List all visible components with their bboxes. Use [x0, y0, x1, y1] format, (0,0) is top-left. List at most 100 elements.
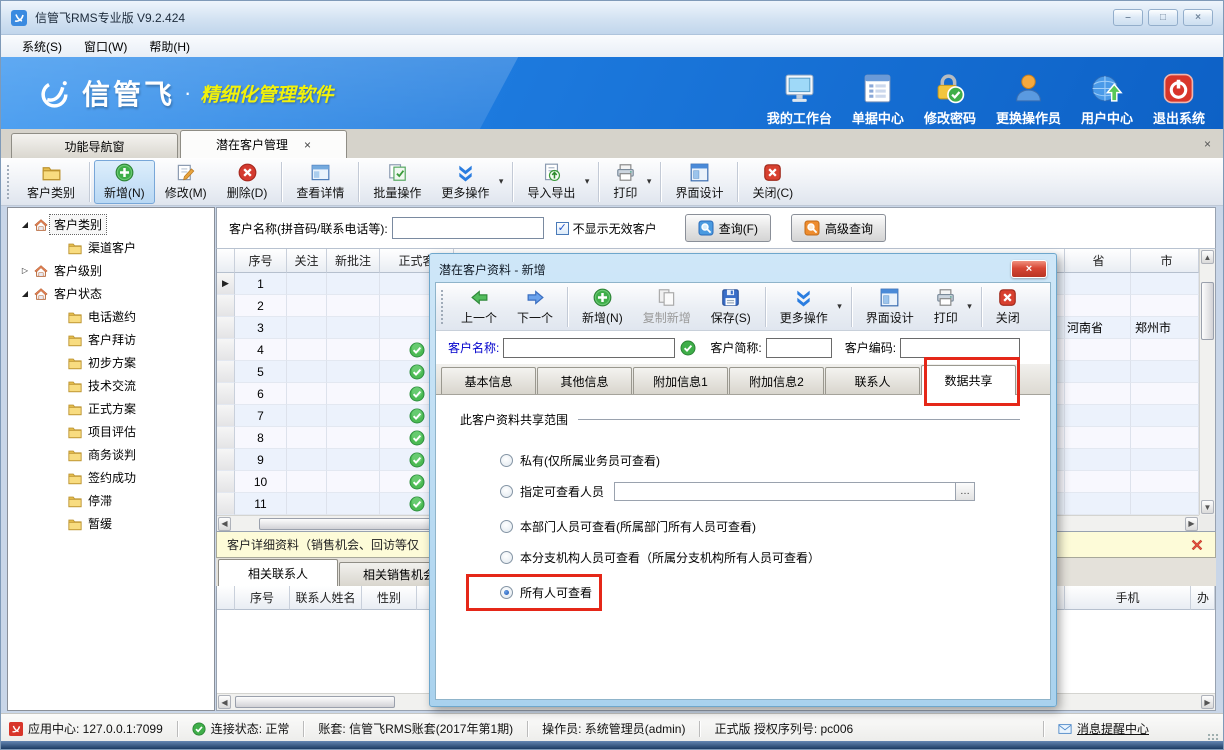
toolbar-button-import-export[interactable]: 导入导出: [517, 160, 594, 204]
customer-code-label: 客户编码:: [845, 339, 896, 356]
toolbar-button-more-actions[interactable]: 更多操作: [431, 160, 508, 204]
scroll-thumb[interactable]: [235, 696, 395, 708]
radio-option[interactable]: 所有人可查看: [500, 584, 1026, 601]
tree-expander-expanded-icon[interactable]: ◢: [18, 220, 32, 229]
scroll-right-icon[interactable]: ▶: [1185, 517, 1198, 531]
tree-node[interactable]: 客户拜访: [8, 328, 214, 351]
tree-node[interactable]: 电话邀约: [8, 305, 214, 328]
toolbar-button-details[interactable]: 查看详情: [286, 160, 354, 204]
dialog-close-button[interactable]: ×: [1011, 260, 1047, 278]
close-button[interactable]: ×: [1183, 9, 1213, 26]
dialog-title-bar[interactable]: 潜在客户资料 - 新增 ×: [435, 256, 1051, 282]
radio-unselected-icon[interactable]: [500, 454, 513, 467]
tabstrip-close-icon[interactable]: ×: [1200, 135, 1215, 153]
dialog-tab-附加信息2[interactable]: 附加信息2: [729, 367, 824, 394]
banner-action-switch-operator[interactable]: 更换操作员: [986, 65, 1071, 127]
toolbar-button-folder[interactable]: 客户类别: [17, 160, 85, 204]
dialog-tab-附加信息1[interactable]: 附加信息1: [633, 367, 728, 394]
toolbar-grip[interactable]: [439, 288, 445, 326]
radio-unselected-icon[interactable]: [500, 485, 513, 498]
toolbar-button-add[interactable]: 新增(N): [94, 160, 155, 204]
toolbar-button-design[interactable]: 界面设计: [665, 160, 733, 204]
scroll-right-icon[interactable]: ▶: [1201, 695, 1214, 709]
tree-node[interactable]: 暂缓: [8, 512, 214, 535]
doc-tab[interactable]: 潜在客户管理 ×: [180, 130, 347, 158]
toolbar-button-print[interactable]: 打印: [603, 160, 656, 204]
status-item[interactable]: 消息提醒中心: [1058, 720, 1149, 737]
radio-option[interactable]: 本部门人员可查看(所属部门所有人员可查看): [500, 518, 1026, 535]
vertical-scrollbar[interactable]: ▲ ▼: [1199, 249, 1215, 515]
radio-unselected-icon[interactable]: [500, 520, 513, 533]
dialog-tab-基本信息[interactable]: 基本信息: [441, 367, 536, 394]
dialog-tab-其他信息[interactable]: 其他信息: [537, 367, 632, 394]
banner-action-workstation[interactable]: 我的工作台: [757, 65, 842, 127]
toolbar-button-add[interactable]: 新增(N): [572, 285, 633, 329]
menu-item-2[interactable]: 帮助(H): [138, 36, 201, 57]
radio-option[interactable]: 私有(仅所属业务员可查看): [500, 452, 1026, 469]
customer-search-input[interactable]: [392, 217, 544, 239]
customer-name-input[interactable]: [503, 338, 675, 358]
banner-action-exit[interactable]: 退出系统: [1143, 65, 1215, 127]
advanced-query-button[interactable]: 高级查询: [791, 214, 886, 242]
tree-node[interactable]: 正式方案: [8, 397, 214, 420]
toolbar-button-edit[interactable]: 修改(M): [155, 160, 217, 204]
tree-node[interactable]: 技术交流: [8, 374, 214, 397]
menu-item-0[interactable]: 系统(S): [11, 36, 73, 57]
tree-node[interactable]: ◢ 客户类别: [8, 213, 214, 236]
dialog-tab-联系人[interactable]: 联系人: [825, 367, 920, 394]
toolbar-button-next[interactable]: 下一个: [507, 285, 563, 329]
radio-option[interactable]: 本分支机构人员可查看（所属分支机构所有人员可查看）: [500, 549, 1026, 566]
tree-node[interactable]: ▷ 客户级别: [8, 259, 214, 282]
tree-node[interactable]: 初步方案: [8, 351, 214, 374]
customer-code-input[interactable]: [900, 338, 1020, 358]
toolbar-button-close-red[interactable]: 关闭: [986, 285, 1030, 329]
scroll-down-icon[interactable]: ▼: [1201, 500, 1214, 514]
row-selector-icon: ▶: [222, 278, 229, 289]
detail-close-icon[interactable]: [1189, 537, 1205, 553]
allowed-users-input[interactable]: [614, 482, 956, 501]
scroll-left-icon[interactable]: ◀: [218, 695, 231, 709]
ellipsis-button[interactable]: …: [956, 482, 975, 501]
tab-close-icon[interactable]: ×: [304, 138, 311, 152]
minimize-button[interactable]: –: [1113, 9, 1143, 26]
banner-action-documents[interactable]: 单据中心: [842, 65, 914, 127]
radio-option[interactable]: 指定可查看人员 …: [500, 482, 1026, 501]
hide-invalid-checkbox[interactable]: ✓ 不显示无效客户: [556, 220, 657, 237]
toolbar-button-delete[interactable]: 删除(D): [217, 160, 278, 204]
scroll-up-icon[interactable]: ▲: [1201, 250, 1214, 264]
toolbar-grip[interactable]: [5, 163, 11, 201]
tree-node[interactable]: 停滞: [8, 489, 214, 512]
tree-node[interactable]: 渠道客户: [8, 236, 214, 259]
doc-tab[interactable]: 功能导航窗: [11, 133, 178, 158]
banner-action-change-password[interactable]: 修改密码: [914, 65, 986, 127]
tree-node[interactable]: ◢ 客户状态: [8, 282, 214, 305]
tree-node[interactable]: 项目评估: [8, 420, 214, 443]
toolbar-button-design[interactable]: 界面设计: [856, 285, 924, 329]
dialog-tab-数据共享[interactable]: 数据共享: [921, 365, 1016, 395]
scroll-left-icon[interactable]: ◀: [218, 517, 231, 531]
tree-expander-collapsed-icon[interactable]: ▷: [18, 266, 32, 275]
toolbar-button-print[interactable]: 打印: [924, 285, 977, 329]
detail-tab[interactable]: 相关联系人: [218, 559, 338, 586]
banner-action-user-center[interactable]: 用户中心: [1071, 65, 1143, 127]
maximize-button[interactable]: □: [1148, 9, 1178, 26]
tree-node[interactable]: 签约成功: [8, 466, 214, 489]
query-button[interactable]: 查询(F): [685, 214, 771, 242]
scroll-thumb[interactable]: [1201, 282, 1214, 340]
dialog-toolbar: 上一个 下一个 新增(N) 复制新增 保存(S) 更多操作 界面设计 打印 关闭: [436, 283, 1050, 331]
status-ok-icon: [192, 722, 206, 736]
toolbar-button-save[interactable]: 保存(S): [701, 285, 761, 329]
radio-selected-icon[interactable]: [500, 586, 513, 599]
toolbar-button-copy[interactable]: 复制新增: [633, 285, 701, 329]
radio-unselected-icon[interactable]: [500, 551, 513, 564]
print-icon: [936, 288, 955, 307]
toolbar-button-more-actions[interactable]: 更多操作: [770, 285, 847, 329]
tree-expander-expanded-icon[interactable]: ◢: [18, 289, 32, 298]
toolbar-button-prev[interactable]: 上一个: [451, 285, 507, 329]
toolbar-button-close-red[interactable]: 关闭(C): [742, 160, 803, 204]
customer-short-input[interactable]: [766, 338, 832, 358]
menu-item-1[interactable]: 窗口(W): [73, 36, 138, 57]
toolbar-button-batch[interactable]: 批量操作: [363, 160, 431, 204]
category-tree-panel: ◢ 客户类别 渠道客户 ▷ 客户级别 ◢ 客户状态 电话邀约 客户拜访 初步方案…: [7, 207, 215, 711]
tree-node[interactable]: 商务谈判: [8, 443, 214, 466]
